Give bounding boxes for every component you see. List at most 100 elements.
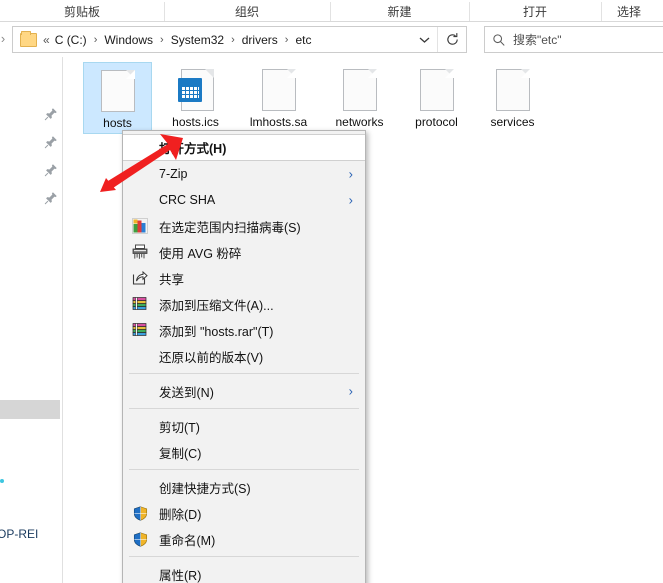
chevron-down-icon[interactable] — [411, 27, 437, 52]
address-bar[interactable]: « C (C:) › Windows › System32 › drivers … — [12, 26, 467, 53]
breadcrumb-item-system32[interactable]: System32 — [169, 32, 226, 48]
context-menu-item-properties[interactable]: 属性(R) — [123, 561, 365, 583]
ribbon-group-new[interactable]: 新建 — [330, 0, 469, 22]
menu-item-label: 属性(R) — [159, 568, 202, 583]
menu-item-label: 重命名(M) — [159, 533, 216, 548]
file-item-lmhosts-sa[interactable]: lmhosts.sa — [244, 62, 313, 134]
file-label: networks — [335, 115, 384, 129]
menu-item-label: 7-Zip — [159, 167, 188, 181]
search-icon — [485, 27, 513, 52]
blank-file-icon — [100, 70, 135, 112]
context-menu-item-send-to[interactable]: 发送到(N) › — [123, 378, 365, 404]
nav-pane-marker-icon — [0, 479, 4, 483]
winrar-icon — [131, 321, 149, 339]
breadcrumb-item-etc[interactable]: etc — [293, 32, 313, 48]
share-icon — [131, 269, 149, 287]
chevron-right-icon[interactable]: › — [280, 34, 294, 46]
menu-item-label: 删除(D) — [159, 507, 202, 522]
context-menu-item-7zip[interactable]: 7-Zip › — [123, 161, 365, 187]
ribbon-group-label: 打开 — [522, 4, 547, 19]
file-label: hosts.ics — [172, 115, 219, 129]
context-menu-item-cut[interactable]: 剪切(T) — [123, 413, 365, 439]
file-label: lmhosts.sa — [249, 115, 308, 129]
file-item-protocol[interactable]: protocol — [402, 62, 471, 134]
menu-separator — [129, 408, 359, 409]
context-menu-item-open-with[interactable]: 打开方式(H) — [123, 134, 365, 161]
ribbon-group-label: 新建 — [387, 4, 412, 19]
ribbon-group-label: 组织 — [234, 4, 259, 19]
address-bar-row: › « C (C:) › Windows › System32 › driver… — [0, 22, 663, 57]
refresh-icon[interactable] — [438, 27, 466, 52]
context-menu-item-copy[interactable]: 复制(C) — [123, 439, 365, 465]
context-menu-item-crc-sha[interactable]: CRC SHA › — [123, 187, 365, 213]
context-menu-item-delete[interactable]: 删除(D) — [123, 500, 365, 526]
search-box[interactable]: 搜索"etc" — [484, 26, 663, 53]
winrar-icon — [131, 295, 149, 313]
menu-item-label: 创建快捷方式(S) — [159, 481, 251, 496]
file-item-networks[interactable]: networks — [325, 62, 394, 134]
ribbon-group-organize[interactable]: 组织 — [164, 0, 330, 22]
avg-scan-icon — [131, 217, 149, 235]
breadcrumb-overflow-icon[interactable]: « — [43, 33, 53, 47]
context-menu-item-create-shortcut[interactable]: 创建快捷方式(S) — [123, 474, 365, 500]
pin-icon[interactable] — [44, 107, 58, 121]
chevron-right-icon[interactable]: › — [89, 34, 103, 46]
context-menu-item-add-to-archive[interactable]: 添加到压缩文件(A)... — [123, 291, 365, 317]
search-input[interactable]: 搜索"etc" — [513, 31, 562, 48]
ribbon-group-open[interactable]: 打开 — [469, 0, 601, 22]
ribbon-group-select[interactable]: 选择 — [601, 0, 663, 22]
ribbon-group-label: 选择 — [617, 4, 642, 19]
context-menu-item-restore-previous-versions[interactable]: 还原以前的版本(V) — [123, 343, 365, 369]
pin-icon[interactable] — [44, 135, 58, 149]
forward-arrow-icon[interactable]: › — [0, 31, 10, 47]
breadcrumb-item-c[interactable]: C (C:) — [53, 32, 89, 48]
blank-file-icon — [342, 69, 377, 111]
pin-icon[interactable] — [44, 191, 58, 205]
chevron-right-icon[interactable]: › — [226, 34, 240, 46]
nav-pane-selected-row[interactable] — [0, 400, 60, 419]
menu-item-label: 剪切(T) — [159, 420, 200, 435]
breadcrumb: « C (C:) › Windows › System32 › drivers … — [43, 32, 411, 48]
file-item-hosts-ics[interactable]: hosts.ics — [161, 62, 230, 134]
pin-icon[interactable] — [44, 163, 58, 177]
folder-icon — [20, 30, 37, 47]
breadcrumb-item-windows[interactable]: Windows — [102, 32, 155, 48]
navigation-pane — [0, 57, 63, 583]
menu-item-label: 添加到 "hosts.rar"(T) — [159, 324, 274, 339]
file-label: protocol — [415, 115, 458, 129]
chevron-right-icon: › — [348, 383, 353, 399]
blank-file-icon — [261, 69, 296, 111]
ribbon-group-bar: 剪贴板 组织 新建 打开 选择 — [0, 0, 663, 22]
menu-item-label: 发送到(N) — [159, 385, 214, 400]
calendar-file-icon — [177, 69, 214, 111]
context-menu[interactable]: 打开方式(H) 7-Zip › CRC SHA › 在选定范围内扫描病毒(S) — [122, 130, 366, 583]
ribbon-group-clipboard[interactable]: 剪贴板 — [0, 0, 164, 22]
blank-file-icon — [495, 69, 530, 111]
context-menu-item-rename[interactable]: 重命名(M) — [123, 526, 365, 552]
breadcrumb-item-drivers[interactable]: drivers — [240, 32, 280, 48]
chevron-right-icon[interactable]: › — [155, 34, 169, 46]
shredder-icon — [131, 243, 149, 261]
menu-item-label: 使用 AVG 粉碎 — [159, 246, 242, 261]
nav-pane-item-label[interactable]: OP-REI — [0, 527, 38, 541]
ribbon-group-label: 剪贴板 — [63, 4, 100, 19]
context-menu-item-scan-virus[interactable]: 在选定范围内扫描病毒(S) — [123, 213, 365, 239]
menu-item-label: 打开方式(H) — [159, 142, 227, 156]
file-label: hosts — [103, 116, 132, 130]
file-item-services[interactable]: services — [478, 62, 547, 134]
menu-item-label: 共享 — [159, 272, 185, 287]
menu-separator — [129, 373, 359, 374]
uac-shield-icon — [131, 530, 149, 548]
menu-separator — [129, 469, 359, 470]
blank-file-icon — [419, 69, 454, 111]
file-item-hosts[interactable]: hosts — [83, 62, 152, 134]
context-menu-item-add-to-hosts-rar[interactable]: 添加到 "hosts.rar"(T) — [123, 317, 365, 343]
menu-separator — [129, 556, 359, 557]
uac-shield-icon — [131, 504, 149, 522]
context-menu-item-share[interactable]: 共享 — [123, 265, 365, 291]
explorer-window: 剪贴板 组织 新建 打开 选择 › « C (C:) › Windows › S… — [0, 0, 663, 583]
context-menu-item-avg-shredder[interactable]: 使用 AVG 粉碎 — [123, 239, 365, 265]
file-label: services — [490, 115, 535, 129]
menu-item-label: 复制(C) — [159, 446, 202, 461]
menu-item-label: 还原以前的版本(V) — [159, 350, 264, 365]
